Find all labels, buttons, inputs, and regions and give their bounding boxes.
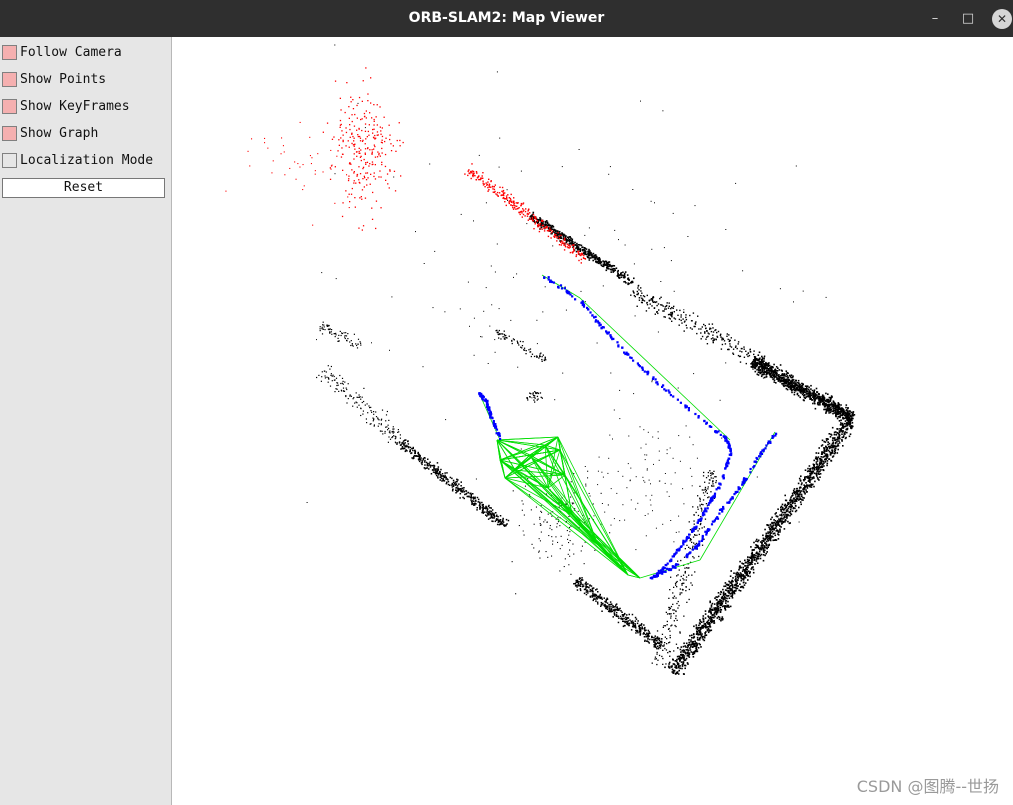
follow-camera-checkbox[interactable] (2, 45, 17, 60)
show-points-label: Show Points (20, 72, 107, 87)
show-keyframes-checkbox[interactable] (2, 99, 17, 114)
title-bar: ORB-SLAM2: Map Viewer – □ ✕ (0, 0, 1013, 37)
reset-button[interactable]: Reset (2, 178, 165, 198)
reference-map-points (225, 67, 587, 264)
localization-mode-checkbox[interactable] (2, 153, 17, 168)
minimize-icon[interactable]: – (925, 9, 945, 29)
show-points-checkbox[interactable] (2, 72, 17, 87)
keyframe-trajectory (478, 276, 778, 580)
show-graph-label: Show Graph (20, 126, 99, 141)
window-title: ORB-SLAM2: Map Viewer (408, 10, 605, 26)
close-icon[interactable]: ✕ (992, 9, 1012, 29)
control-panel: Follow Camera Show Points Show KeyFrames… (0, 37, 172, 805)
covisibility-graph (479, 274, 776, 579)
follow-camera-label: Follow Camera (20, 45, 122, 60)
map-viewer-canvas[interactable] (172, 37, 1013, 805)
watermark-text: CSDN @图腾--世扬 (856, 777, 999, 796)
localization-mode-label: Localization Mode (20, 153, 154, 168)
show-graph-checkbox[interactable] (2, 126, 17, 141)
map-points (306, 44, 856, 675)
maximize-icon[interactable]: □ (958, 9, 978, 29)
show-keyframes-label: Show KeyFrames (20, 99, 130, 114)
